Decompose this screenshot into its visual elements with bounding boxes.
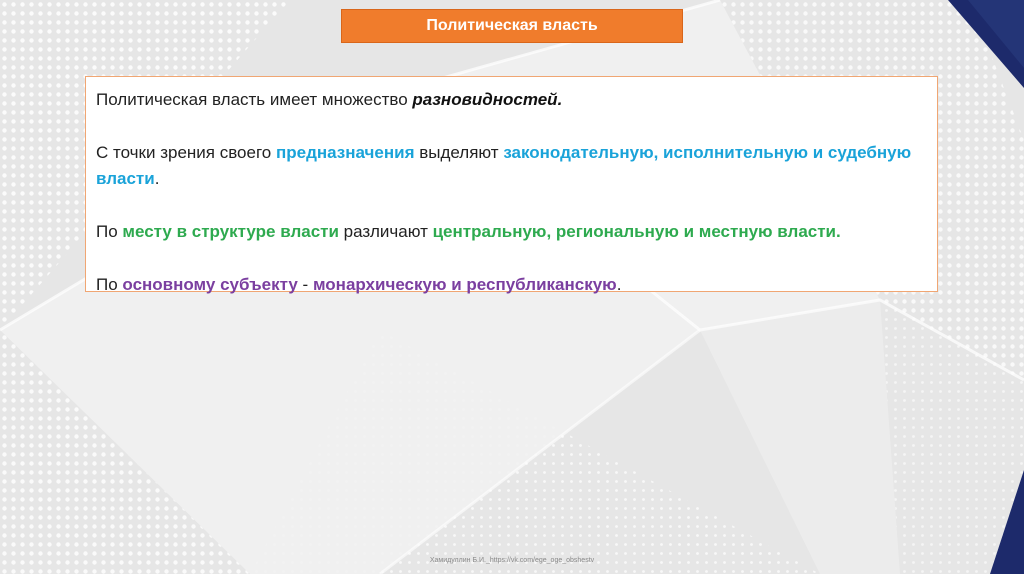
p2-text-2: выделяют [414,143,504,162]
content-box: Политическая власть имеет множество разн… [85,76,938,294]
p3-types: центральную, региональную и местную влас… [432,222,841,241]
p2-keyword: предназначения [275,143,415,162]
p4-text-1: По [96,275,123,294]
paragraph-4: По основному субъекту - монархическую и … [96,272,927,298]
p1-text: Политическая власть имеет множество [96,90,413,109]
title-bar: Политическая власть [341,9,683,43]
slide: Политическая власть Политическая власть … [0,0,1024,574]
footer-credit: Хамидуллин Б.И._https://vk.com/ege_oge_o… [429,557,595,564]
paragraph-1: Политическая власть имеет множество разн… [96,87,927,113]
paragraph-3: По месту в структуре власти различают це… [96,219,927,245]
p1-emphasis: разновидностей. [412,90,563,109]
p2-text-3: . [154,169,160,188]
p4-text-3: . [616,275,622,294]
p3-text-1: По [96,222,123,241]
p4-types: монархическую и республиканскую [312,275,617,294]
p3-keyword: месту в структуре власти [122,222,339,241]
p3-text-2: различают [338,222,433,241]
slide-title: Политическая власть [426,17,598,34]
p4-keyword: основному субъекту [122,275,298,294]
p4-text-2: - [297,275,313,294]
paragraph-2: С точки зрения своего предназначения выд… [96,140,927,192]
p2-text-1: С точки зрения своего [96,143,276,162]
